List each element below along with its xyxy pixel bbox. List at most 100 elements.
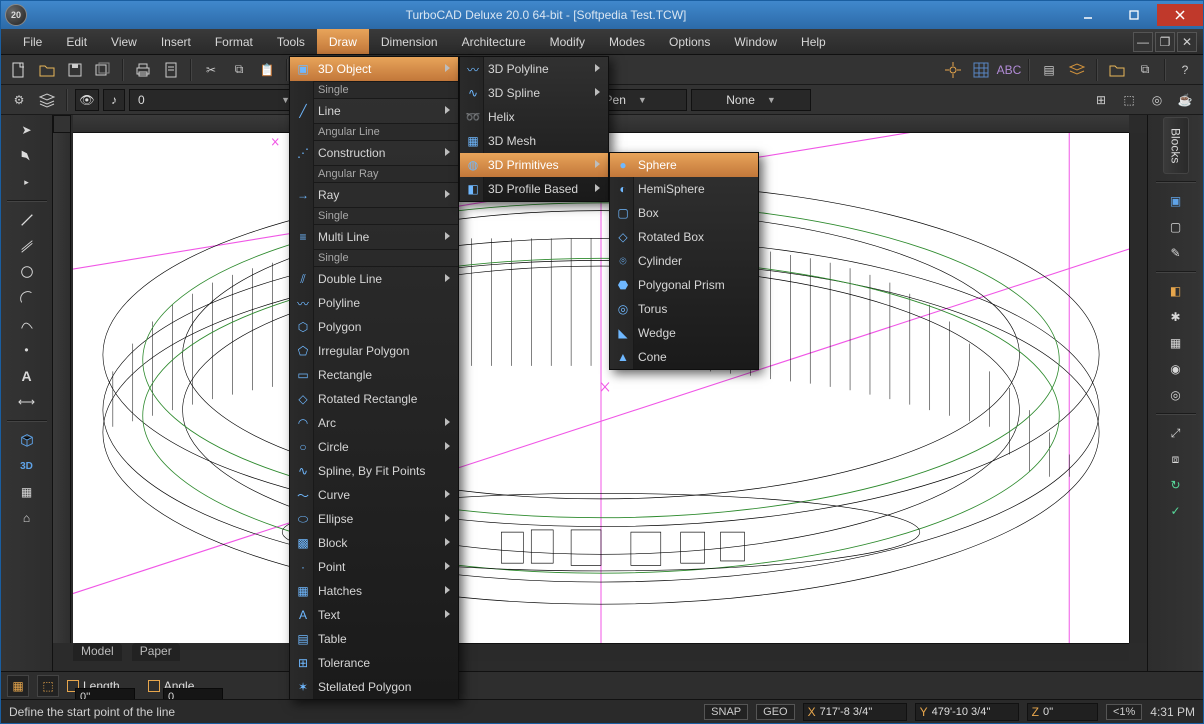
draw-item-ellipse[interactable]: ⬭Ellipse <box>290 507 458 531</box>
drawing-canvas[interactable] <box>73 133 1129 643</box>
draw-item-tolerance[interactable]: ⊞Tolerance <box>290 651 458 675</box>
gear-icon[interactable]: ⚙ <box>7 88 31 112</box>
draw-item-curve[interactable]: ～Curve <box>290 483 458 507</box>
reference-icon[interactable]: ▤ <box>1037 58 1061 82</box>
draw-item-polygon[interactable]: ⬡Polygon <box>290 315 458 339</box>
primitive-item-hemisphere[interactable]: ◐HemiSphere <box>610 177 758 201</box>
menu-window[interactable]: Window <box>722 29 789 54</box>
sheet-tab-paper[interactable]: Paper <box>132 643 180 661</box>
world-plane-icon[interactable]: ⊞ <box>1089 88 1113 112</box>
minimize-button[interactable] <box>1065 4 1111 26</box>
draw-item-double-line[interactable]: ⫽Double Line <box>290 267 458 291</box>
dimension-tool-icon[interactable]: ⟷ <box>15 391 39 413</box>
primitive-item-polygonal-prism[interactable]: ⬣Polygonal Prism <box>610 273 758 297</box>
menu-tools[interactable]: Tools <box>265 29 317 54</box>
light-icon[interactable]: ✱ <box>1164 306 1188 328</box>
point-tool-icon[interactable]: • <box>15 339 39 361</box>
zoom-readout[interactable]: <1% <box>1106 704 1142 720</box>
zoom-ext-icon[interactable]: ⤢ <box>1164 422 1188 444</box>
snap-toggle[interactable]: SNAP <box>704 704 748 720</box>
open-file-icon[interactable] <box>35 58 59 82</box>
primitive-item-cylinder[interactable]: ⌾Cylinder <box>610 249 758 273</box>
primitive-item-rotated-box[interactable]: ◇Rotated Box <box>610 225 758 249</box>
draw-item-text[interactable]: AText <box>290 603 458 627</box>
brush-dropdown[interactable]: None▼ <box>691 89 811 111</box>
draw-item-ray[interactable]: →Ray <box>290 183 458 207</box>
menu-modes[interactable]: Modes <box>597 29 657 54</box>
copy-icon[interactable]: ⧉ <box>227 58 251 82</box>
text-label-icon[interactable]: ABC <box>997 58 1021 82</box>
3dobject-item-3d-profile-based[interactable]: ◧3D Profile Based <box>460 177 608 201</box>
draw-item-circle[interactable]: ○Circle <box>290 435 458 459</box>
open-folder-icon[interactable] <box>1105 58 1129 82</box>
clip-icon[interactable]: ✎ <box>1164 242 1188 264</box>
draw-item-point[interactable]: ·Point <box>290 555 458 579</box>
menu-edit[interactable]: Edit <box>54 29 99 54</box>
3dobject-item-helix[interactable]: ➿Helix <box>460 105 608 129</box>
3dobject-item-3d-spline[interactable]: ∿3D Spline <box>460 81 608 105</box>
paste-icon[interactable]: 📋 <box>255 58 279 82</box>
curve-tool-icon[interactable] <box>15 313 39 335</box>
menu-format[interactable]: Format <box>203 29 265 54</box>
verify-icon[interactable]: ✓ <box>1164 500 1188 522</box>
point-select-icon[interactable]: ▸ <box>15 171 39 193</box>
arc-tool-icon[interactable] <box>15 287 39 309</box>
close-button[interactable] <box>1157 4 1203 26</box>
menu-help[interactable]: Help <box>789 29 838 54</box>
draw-item-stellated-polygon[interactable]: ✶Stellated Polygon <box>290 675 458 699</box>
roof-tool-icon[interactable]: ⌂ <box>15 507 39 529</box>
menu-modify[interactable]: Modify <box>538 29 597 54</box>
visibility-icon[interactable]: 👁 <box>75 89 99 111</box>
zoom-win-icon[interactable]: ⧈ <box>1164 448 1188 470</box>
draw-item-arc[interactable]: ◠Arc <box>290 411 458 435</box>
doc-close-button[interactable]: ✕ <box>1177 32 1197 52</box>
draw-item-block[interactable]: ▩Block <box>290 531 458 555</box>
draw-item-table[interactable]: ▤Table <box>290 627 458 651</box>
draw-item-polyline[interactable]: 〰Polyline <box>290 291 458 315</box>
menu-dimension[interactable]: Dimension <box>369 29 450 54</box>
render-icon[interactable]: ◎ <box>1164 384 1188 406</box>
draw-item-spline-by-fit-points[interactable]: ∿Spline, By Fit Points <box>290 459 458 483</box>
material-icon[interactable]: ▦ <box>1164 332 1188 354</box>
explode-icon[interactable] <box>941 58 965 82</box>
3dobject-item-3d-mesh[interactable]: ▦3D Mesh <box>460 129 608 153</box>
draw-item-rotated-rectangle[interactable]: ◇Rotated Rectangle <box>290 387 458 411</box>
primitive-item-cone[interactable]: ▲Cone <box>610 345 758 369</box>
x-input[interactable] <box>820 706 902 718</box>
3d-view-icon[interactable]: ◧ <box>1164 280 1188 302</box>
layer-dropdown[interactable]: 0▼ <box>129 89 299 111</box>
3d-box-tool-icon[interactable] <box>15 429 39 451</box>
relative-icon[interactable]: ⬚ <box>37 675 59 697</box>
page-setup-icon[interactable] <box>159 58 183 82</box>
cut-icon[interactable]: ✂ <box>199 58 223 82</box>
text-tool-icon[interactable]: A <box>15 365 39 387</box>
layer-set-icon[interactable] <box>1065 58 1089 82</box>
menu-insert[interactable]: Insert <box>149 29 203 54</box>
camera-icon[interactable]: ◉ <box>1164 358 1188 380</box>
z-input[interactable] <box>1043 706 1093 718</box>
ucs-icon[interactable]: ⬚ <box>1117 88 1141 112</box>
circle-tool-icon[interactable] <box>15 261 39 283</box>
new-file-icon[interactable] <box>7 58 31 82</box>
note-icon[interactable]: ♪ <box>103 89 125 111</box>
menu-architecture[interactable]: Architecture <box>450 29 538 54</box>
coffee-icon[interactable]: ☕ <box>1173 88 1197 112</box>
palette-icon[interactable]: ▣ <box>1164 190 1188 212</box>
box-icon[interactable]: ▢ <box>1164 216 1188 238</box>
primitive-item-sphere[interactable]: ●Sphere <box>610 153 758 177</box>
menu-draw[interactable]: Draw <box>317 29 369 54</box>
print-icon[interactable] <box>131 58 155 82</box>
draw-item-irregular-polygon[interactable]: ⬠Irregular Polygon <box>290 339 458 363</box>
primitive-item-wedge[interactable]: ◣Wedge <box>610 321 758 345</box>
orbit-icon[interactable]: ↻ <box>1164 474 1188 496</box>
maximize-button[interactable] <box>1111 4 1157 26</box>
double-line-tool-icon[interactable] <box>15 235 39 257</box>
draw-item-multi-line[interactable]: ≡Multi Line <box>290 225 458 249</box>
3dobject-item-3d-primitives[interactable]: ◍3D Primitives <box>460 153 608 177</box>
save-all-icon[interactable] <box>91 58 115 82</box>
draw-item-hatches[interactable]: ▦Hatches <box>290 579 458 603</box>
3dobject-item-3d-polyline[interactable]: 〰3D Polyline <box>460 57 608 81</box>
draw-item-rectangle[interactable]: ▭Rectangle <box>290 363 458 387</box>
menu-view[interactable]: View <box>99 29 149 54</box>
help-icon[interactable]: ? <box>1173 58 1197 82</box>
